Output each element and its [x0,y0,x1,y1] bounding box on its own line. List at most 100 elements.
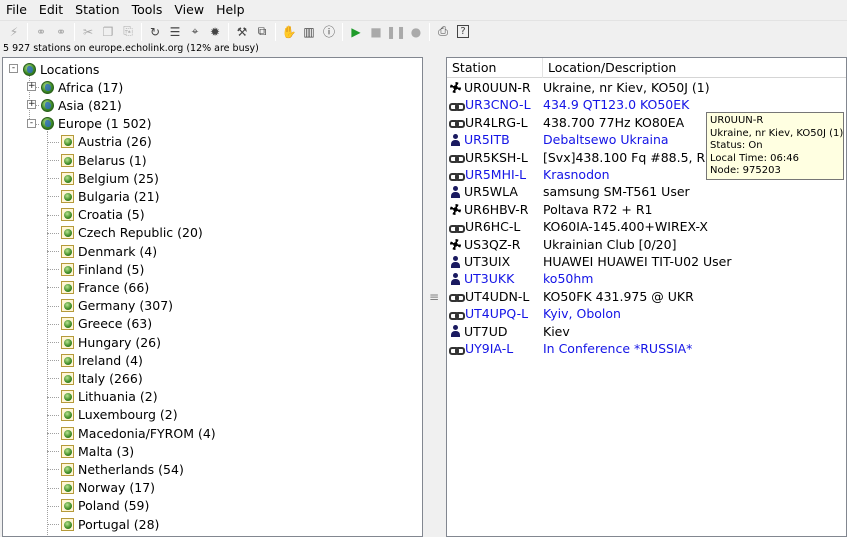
menu-edit[interactable]: Edit [33,0,69,20]
link-button[interactable]: ⚭ [51,22,71,42]
location-cell: In Conference *RUSSIA* [543,341,693,356]
globe-icon [41,80,54,94]
tree-item-label: Denmark (4) [78,243,158,259]
tree-item-country[interactable]: Belgium (25) [61,169,159,187]
toolbar-separator [275,22,276,41]
table-row[interactable]: UT7UD Kiev [447,323,846,340]
tree-item-country[interactable]: Croatia (5) [61,206,145,224]
info-button[interactable]: ⓘ [319,22,339,42]
menu-station[interactable]: Station [69,0,125,20]
tree-connector [47,214,59,216]
expand-icon[interactable]: + [27,82,36,92]
station-cell: UR5WLA [447,184,543,199]
tree-root-locations[interactable]: Locations [23,60,99,78]
record-button[interactable]: ● [406,22,426,42]
table-row[interactable]: UR0UUN-R Ukraine, nr Kiev, KO50J (1) [447,79,846,96]
tree-item-continent[interactable]: Europe (1 502) [41,115,151,133]
book-button[interactable]: ▥ [299,22,319,42]
table-row[interactable]: US3QZ-R Ukrainian Club [0/20] [447,236,846,253]
country-globe-icon [61,481,74,495]
link-icon [449,291,465,303]
locations-tree[interactable]: - Locations + Africa (17) + Asia (821) - Europe… [2,57,423,537]
table-row[interactable]: UR6HC-L KO60IA-145.400+WIREX-X [447,218,846,235]
tree-item-country[interactable]: Finland (5) [61,260,144,278]
globe-icon [23,62,36,76]
collapse-icon[interactable]: - [27,118,36,128]
table-row[interactable]: UT4UPQ-L Kyiv, Obolon [447,305,846,322]
refresh-button[interactable]: ↻ [145,22,165,42]
tree-item-country[interactable]: Poland (59) [61,497,149,515]
find-button[interactable]: ⌖ [185,22,205,42]
expand-icon[interactable]: + [27,100,36,110]
tree-item-country[interactable]: Austria (26) [61,133,152,151]
repeater-icon [450,203,461,215]
table-row[interactable]: UT3UKK ko50hm [447,270,846,287]
cut-button[interactable]: ✂ [78,22,98,42]
tree-item-country[interactable]: Portugal (28) [61,515,159,533]
tree-item-country[interactable]: Czech Republic (20) [61,224,203,242]
station-callsign: UT4UPQ-L [465,306,529,322]
tree-item-label: Germany (307) [78,298,174,314]
tree-item-country[interactable]: Belarus (1) [61,151,147,169]
menu-tools[interactable]: Tools [126,0,169,20]
tree-item-country[interactable]: Luxembourg (2) [61,406,178,424]
tooltip-line: Ukraine, nr Kiev, KO50J (1) [710,127,844,139]
disconnect-button[interactable]: ⚡ [4,22,24,42]
list-button[interactable]: ☰ [165,22,185,42]
station-tooltip: UR0UUN-R Ukraine, nr Kiev, KO50J (1) Statu… [706,112,844,180]
pause-button[interactable]: ❚❚ [386,22,406,42]
table-row[interactable]: UT3UIX HUAWEI HUAWEI TIT-U02 User [447,253,846,270]
table-row[interactable]: UR5WLA samsung SM-T561 User [447,183,846,200]
refresh-icon: ↻ [149,24,161,39]
tree-item-country[interactable]: Macedonia/FYROM (4) [61,424,216,442]
table-row[interactable]: UR3CNO-L 434.9 QT123.0 KO50EK [447,96,846,113]
tree-item-country[interactable]: Greece (63) [61,315,152,333]
tree-item-country[interactable]: Netherlands (54) [61,460,184,478]
tree-item-country[interactable]: Norway (17) [61,479,155,497]
tree-item-country[interactable]: Italy (266) [61,369,143,387]
tree-item-label: Lithuania (2) [78,389,158,405]
tree-item-country[interactable]: France (66) [61,278,149,296]
link-icon [449,100,465,111]
tree-item-country[interactable]: Germany (307) [61,297,173,315]
windows-button[interactable]: ⧉ [252,22,272,42]
tree-item-country[interactable]: Bulgaria (21) [61,187,159,205]
print-button[interactable]: ⎙ [433,22,453,42]
menu-file[interactable]: File [0,0,33,20]
tree-item-country[interactable]: Ireland (4) [61,351,143,369]
column-header-location[interactable]: Location/Description [543,58,846,78]
tree-connector [47,305,59,307]
tree-item-country[interactable]: Malta (3) [61,442,134,460]
toolbar-separator [74,22,75,41]
tree-item-country[interactable]: Denmark (4) [61,242,157,260]
play-button[interactable]: ▶ [346,22,366,42]
paste-button[interactable]: ⎘ [118,22,138,42]
user-icon [450,325,461,338]
tooltip-line: Node: 975203 [710,165,781,176]
collapse-icon[interactable]: - [9,64,18,73]
table-row[interactable]: UT4UDN-L KO50FK 431.975 @ UKR [447,288,846,305]
menu-view[interactable]: View [168,0,210,20]
menu-help[interactable]: Help [210,0,251,20]
station-cell: UR6HC-L [447,219,543,234]
hand-button[interactable]: ✋ [279,22,299,42]
tree-item-continent[interactable]: Africa (17) [41,78,123,96]
country-globe-icon [61,444,74,458]
table-row[interactable]: UY9IA-L In Conference *RUSSIA* [447,340,846,357]
stop-button[interactable]: ■ [366,22,386,42]
copy-button[interactable]: ❐ [98,22,118,42]
tree-item-continent[interactable]: Asia (821) [41,96,122,114]
station-cell: UR3CNO-L [447,97,543,112]
pane-splitter[interactable]: ≡ [425,57,443,537]
tools-button[interactable]: ⚒ [232,22,252,42]
location-cell: HUAWEI HUAWEI TIT-U02 User [543,254,732,269]
column-header-station[interactable]: Station [447,58,543,78]
connect-button[interactable]: ⚭ [31,22,51,42]
tree-item-country[interactable]: Hungary (26) [61,333,161,351]
tree-connector [47,287,59,289]
table-row[interactable]: UR6HBV-R Poltava R72 + R1 [447,201,846,218]
paste-icon: ⎘ [123,24,133,38]
help-button[interactable]: ? [453,22,473,42]
tree-item-country[interactable]: Lithuania (2) [61,388,158,406]
sparkle-button[interactable]: ✹ [205,22,225,42]
